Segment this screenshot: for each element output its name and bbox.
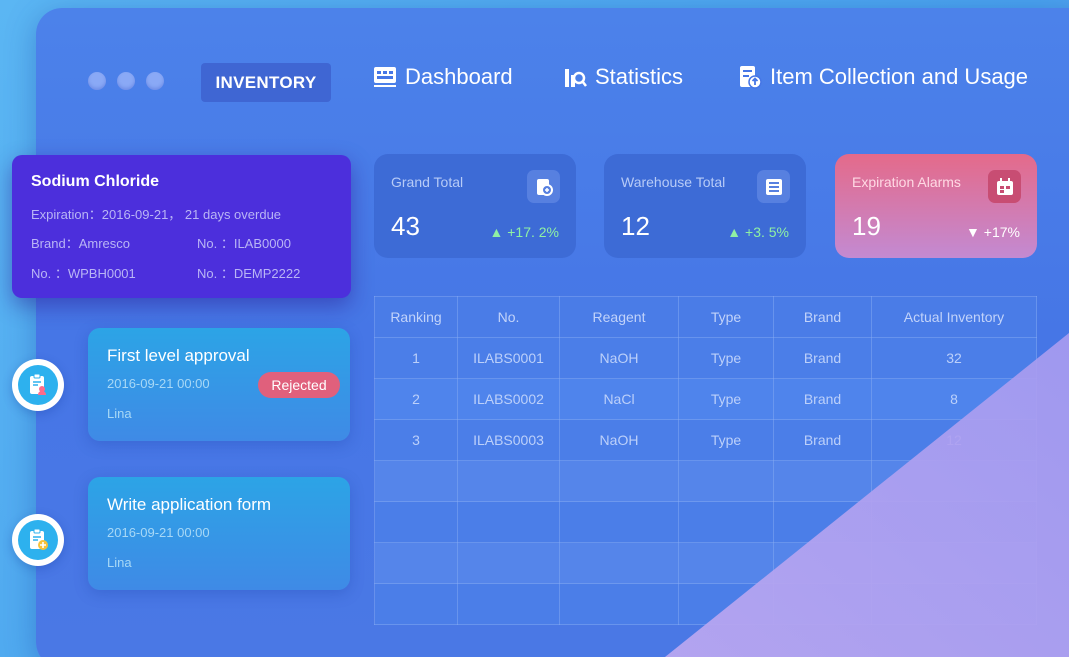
table-row-empty [374, 501, 1037, 543]
stat-grand-total[interactable]: Grand Total 43 ▲ +17. 2% [374, 154, 576, 258]
table-cell: NaOH [559, 337, 679, 379]
warehouse-icon [757, 170, 790, 203]
step-user: Lina [107, 406, 132, 421]
brand-logo[interactable]: INVENTORY [201, 63, 331, 102]
stat-delta: ▲ +17. 2% [489, 224, 559, 240]
stat-warehouse-total[interactable]: Warehouse Total 12 ▲ +3. 5% [604, 154, 806, 258]
dashboard-icon [374, 67, 396, 87]
table-row[interactable]: 1 ILABS0001 NaOH Type Brand 32 [374, 337, 1037, 379]
grand-total-icon [527, 170, 560, 203]
table-cell: ILABS0002 [457, 378, 560, 420]
inventory-table: Ranking No. Reagent Type Brand Actual In… [374, 296, 1037, 625]
table-cell: Brand [773, 378, 872, 420]
table-cell: 32 [871, 337, 1037, 379]
number-text: No. ：ILAB0000 [197, 236, 291, 251]
step-date: 2016-09-21 00:00 [107, 376, 210, 391]
stat-delta: ▼ +17% [966, 224, 1020, 240]
column-header[interactable]: Reagent [559, 296, 679, 338]
table-row[interactable]: 2 ILABS0002 NaCl Type Brand 8 [374, 378, 1037, 420]
stat-expiration-alarms[interactable]: Expiration Alarms 19 ▼ +17% [835, 154, 1037, 258]
reagent-detail-card[interactable]: Sodium Chloride Expiration：2016-09-21， 2… [12, 155, 351, 298]
table-cell: 3 [374, 419, 458, 461]
statistics-icon [565, 69, 587, 87]
nav-statistics[interactable]: Statistics [563, 64, 683, 90]
window-dot[interactable] [117, 72, 135, 90]
table-cell: Type [678, 337, 774, 379]
up-arrow-icon: ▲ [727, 224, 746, 240]
stat-label: Grand Total [391, 174, 464, 190]
table-row-empty [374, 542, 1037, 584]
clipboard-add-icon [30, 528, 48, 550]
up-arrow-icon: ▲ [489, 224, 508, 240]
calendar-alarm-icon [988, 170, 1021, 203]
column-header[interactable]: Actual Inventory [871, 296, 1037, 338]
step-write-application[interactable]: Write application form 2016-09-21 00:00 … [88, 477, 350, 590]
nav-dashboard[interactable]: Dashboard [373, 64, 513, 90]
nav-statistics-label: Statistics [595, 64, 684, 89]
step-date: 2016-09-21 00:00 [107, 525, 210, 540]
column-header[interactable]: No. [457, 296, 560, 338]
nav-item-collection[interactable]: Item Collection and Usage [738, 64, 1028, 90]
approval-avatar [12, 359, 64, 411]
table-row-empty [374, 583, 1037, 625]
nav-item-collection-label: Item Collection and Usage [770, 64, 1029, 89]
table-cell: Brand [773, 419, 872, 461]
table-cell: 8 [871, 378, 1037, 420]
application-avatar [12, 514, 64, 566]
stat-value: 43 [391, 211, 420, 241]
table-cell: ILABS0003 [457, 419, 560, 461]
table-cell: Brand [773, 337, 872, 379]
rejected-badge: Rejected [258, 372, 340, 398]
table-cell: NaCl [559, 378, 679, 420]
stat-delta: ▲ +3. 5% [727, 224, 789, 240]
table-row-empty [374, 460, 1037, 502]
down-arrow-icon: ▼ [966, 224, 984, 240]
step-first-level-approval[interactable]: First level approval 2016-09-21 00:00 Li… [88, 328, 350, 441]
number-text: No. ：DEMP2222 [197, 266, 301, 281]
window-dot[interactable] [146, 72, 164, 90]
table-cell: 2 [374, 378, 458, 420]
step-title: First level approval [107, 346, 250, 365]
table-cell: 1 [374, 337, 458, 379]
step-title: Write application form [107, 495, 272, 514]
table-header-row: Ranking No. Reagent Type Brand Actual In… [374, 296, 1037, 338]
table-cell: 12 [871, 419, 1037, 461]
expiration-text: Expiration：2016-09-21， 21 days overdue [31, 207, 282, 222]
column-header[interactable]: Ranking [374, 296, 458, 338]
column-header[interactable]: Type [678, 296, 774, 338]
step-user: Lina [107, 555, 132, 570]
window-controls [88, 72, 164, 90]
table-cell: Type [678, 419, 774, 461]
stat-label: Expiration Alarms [852, 174, 961, 190]
stat-value: 12 [621, 211, 650, 241]
item-collection-icon [740, 66, 762, 89]
stat-label: Warehouse Total [621, 174, 726, 190]
reagent-name: Sodium Chloride [31, 173, 159, 190]
table-cell: Type [678, 378, 774, 420]
column-header[interactable]: Brand [773, 296, 872, 338]
table-cell: ILABS0001 [457, 337, 560, 379]
window-dot[interactable] [88, 72, 106, 90]
table-cell: NaOH [559, 419, 679, 461]
number-text: No. ：WPBH0001 [31, 266, 136, 281]
table-row[interactable]: 3 ILABS0003 NaOH Type Brand 12 [374, 419, 1037, 461]
brand-text: Brand：Amresco [31, 236, 130, 251]
clipboard-user-icon [30, 373, 46, 395]
nav-dashboard-label: Dashboard [405, 64, 513, 89]
stat-value: 19 [852, 211, 881, 241]
